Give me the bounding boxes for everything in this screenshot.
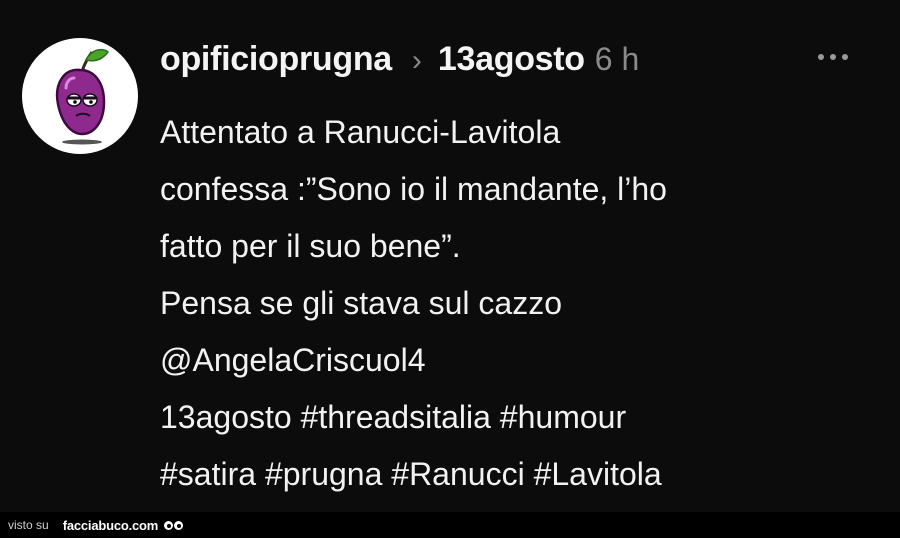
plum-mascot-icon — [55, 48, 109, 145]
hashtag-line[interactable]: 13agosto #threadsitalia #humour — [160, 389, 880, 446]
post-header: opificioprugna › 13agosto 6 h — [160, 40, 639, 92]
avatar[interactable] — [22, 38, 138, 154]
username-link[interactable]: opificioprugna — [160, 40, 392, 79]
eye — [164, 520, 174, 530]
watermark-prefix: visto su — [8, 518, 49, 532]
post-text-line: fatto per il suo bene”. — [160, 228, 461, 264]
hashtag-line[interactable]: #satira #prugna #Ranucci #Lavitola — [160, 446, 880, 503]
post-text-line: Attentato a Ranucci-Lavitola — [160, 114, 561, 150]
post-body: Attentato a Ranucci-Lavitola confessa :”… — [160, 104, 880, 503]
post-timestamp: 6 h — [594, 41, 640, 77]
eyes-icon — [164, 520, 184, 530]
thread-post: opificioprugna › 13agosto 6 h Attentato … — [0, 0, 900, 512]
dot — [818, 54, 824, 60]
topic-link[interactable]: 13agosto — [438, 40, 585, 79]
chevron-right-icon: › — [411, 44, 422, 77]
dot — [842, 54, 848, 60]
dot — [830, 54, 836, 60]
post-text-line: Pensa se gli stava sul cazzo — [160, 285, 562, 321]
more-options-icon[interactable] — [818, 54, 848, 60]
watermark-bar: visto su facciabuco.com — [0, 512, 900, 538]
watermark-site: facciabuco.com — [62, 517, 159, 533]
mention-link[interactable]: @AngelaCriscuol4 — [160, 332, 880, 389]
post-text-line: confessa :”Sono io il mandante, l’ho — [160, 171, 667, 207]
eye — [174, 520, 184, 530]
